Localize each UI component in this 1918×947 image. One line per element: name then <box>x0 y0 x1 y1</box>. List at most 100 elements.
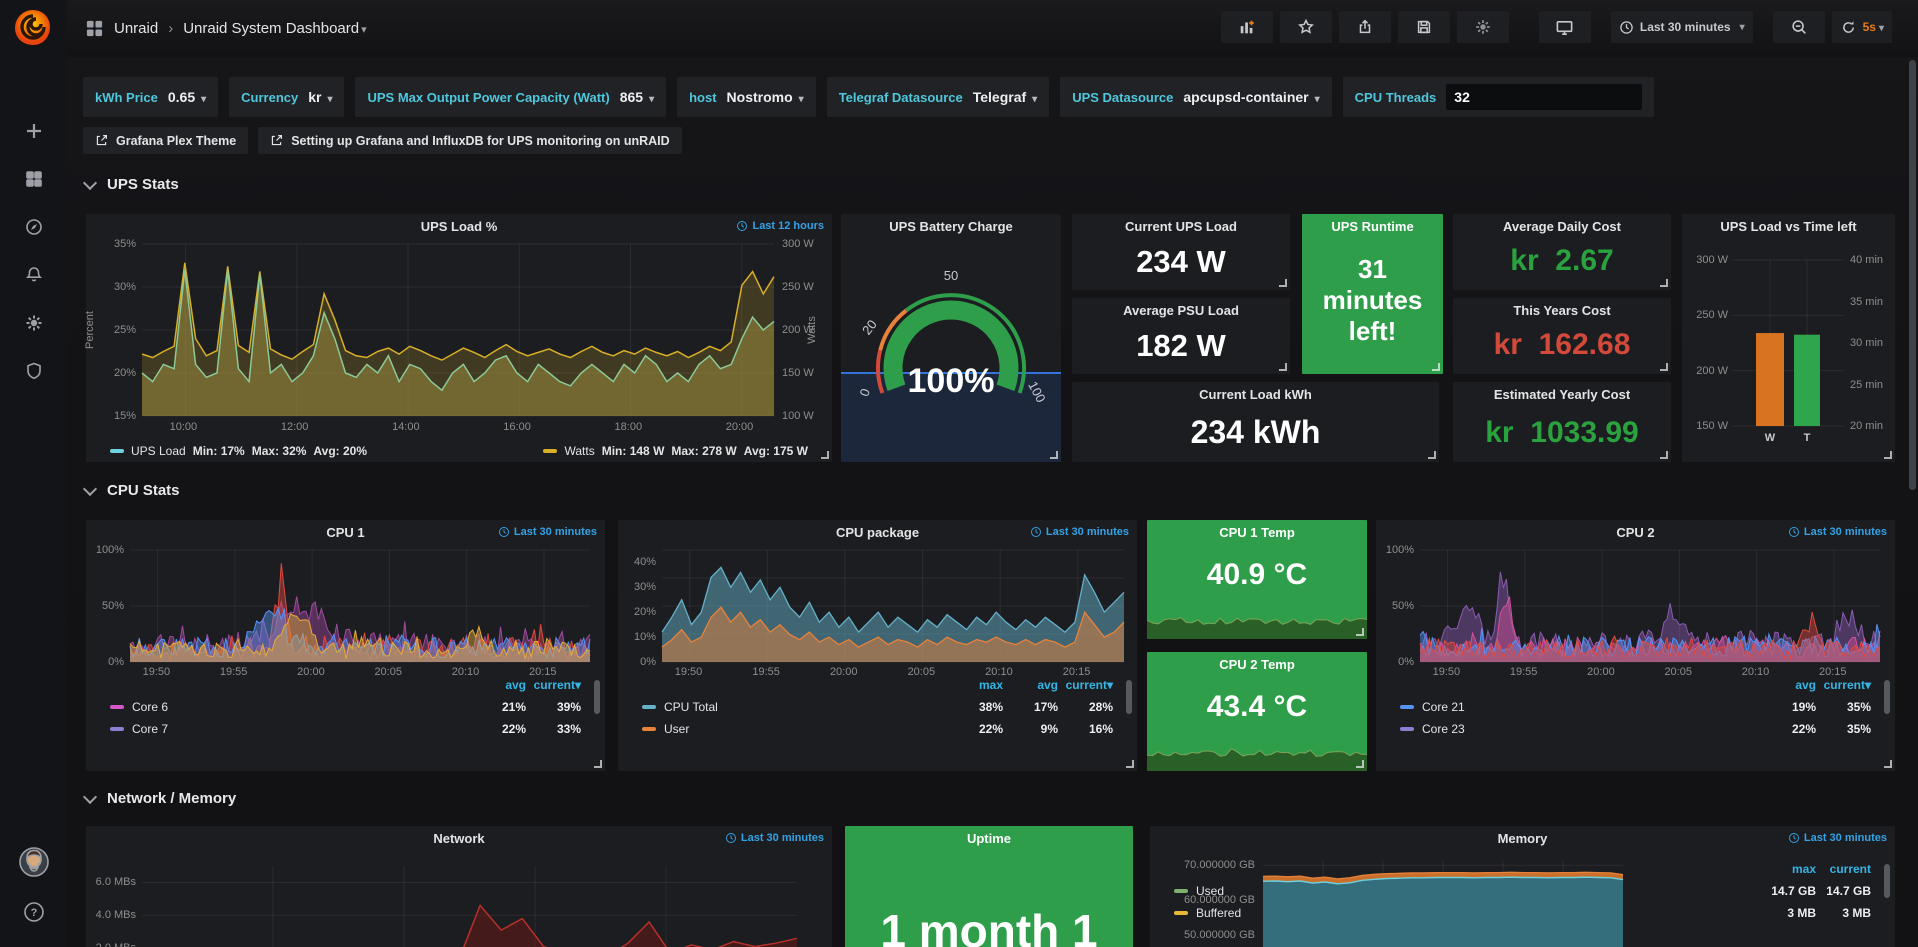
page-scrollbar[interactable] <box>1909 60 1916 490</box>
x-axis-tick: 19:55 <box>220 666 248 678</box>
legend-scrollbar[interactable] <box>594 680 600 714</box>
panel-time-override[interactable]: Last 30 minutes <box>725 832 824 844</box>
panel-title[interactable]: This Years Cost <box>1453 303 1671 318</box>
template-variables: kWh Price 0.65 Currency kr UPS Max Outpu… <box>83 77 1654 117</box>
legend-series-core-23[interactable]: Core 23 <box>1400 722 1465 736</box>
user-avatar[interactable] <box>0 843 67 881</box>
add-panel-button[interactable] <box>1221 11 1273 43</box>
cpu-package-chart[interactable]: 0%10%20%30%40%19:5019:5520:0020:0520:102… <box>618 520 1137 771</box>
legend-series-core-21[interactable]: Core 21 <box>1400 700 1465 714</box>
legend-scrollbar[interactable] <box>1884 864 1890 898</box>
variable-value-dropdown[interactable]: Telegraf <box>973 89 1037 105</box>
zoom-out-button[interactable] <box>1773 11 1825 43</box>
link-label: Grafana Plex Theme <box>116 134 236 148</box>
stat-value: kr 2.67 <box>1453 244 1671 278</box>
legend-header-max[interactable]: max <box>943 678 1003 692</box>
legend-swatch <box>543 449 557 453</box>
variable-value-dropdown[interactable]: 0.65 <box>168 89 206 105</box>
alerting-bell-icon[interactable] <box>0 256 67 294</box>
panel-title[interactable]: UPS Load % <box>86 219 832 234</box>
panel-title[interactable]: Uptime <box>845 831 1133 846</box>
panel-title[interactable]: UPS Runtime <box>1302 219 1443 234</box>
clock-icon <box>1030 526 1042 538</box>
cpu2-chart[interactable]: 0%50%100%19:5019:5520:0020:0520:1020:15c… <box>1376 520 1895 771</box>
link-grafana-plex-theme[interactable]: Grafana Plex Theme <box>83 127 248 154</box>
share-button[interactable] <box>1339 11 1391 43</box>
legend-value: 3 MB <box>1811 906 1871 920</box>
legend-text: Max: 278 W <box>671 444 736 458</box>
legend-header-max[interactable]: max <box>1756 862 1816 876</box>
y-axis-tick-left: 300 W <box>1684 254 1728 266</box>
x-axis-tick: 19:50 <box>675 666 703 678</box>
time-range-picker[interactable]: Last 30 minutes <box>1611 11 1753 43</box>
legend-value: 19% <box>1756 700 1816 714</box>
cpu-threads-input[interactable] <box>1446 84 1642 110</box>
legend-series-buffered[interactable]: Buffered <box>1174 906 1241 920</box>
panel-title[interactable]: CPU 1 Temp <box>1147 525 1367 540</box>
legend-value: 35% <box>1811 722 1871 736</box>
configuration-gear-icon[interactable] <box>0 304 67 342</box>
variable-value-dropdown[interactable]: 865 <box>620 89 654 105</box>
legend-scrollbar[interactable] <box>1884 680 1890 714</box>
help-icon[interactable]: ? <box>0 893 67 931</box>
panel-time-override[interactable]: Last 30 minutes <box>1030 526 1129 538</box>
legend-text: Min: 17% <box>193 444 245 458</box>
star-button[interactable] <box>1280 11 1332 43</box>
refresh-interval-label[interactable]: 5s <box>1863 20 1884 34</box>
legend-series-core-6[interactable]: Core 6 <box>110 700 168 714</box>
panel-time-override[interactable]: Last 30 minutes <box>498 526 597 538</box>
legend-header-current[interactable]: current <box>1811 862 1871 876</box>
link-ups-monitoring-guide[interactable]: Setting up Grafana and InfluxDB for UPS … <box>258 127 681 154</box>
legend-header-current[interactable]: current▾ <box>1811 678 1871 692</box>
panel-title[interactable]: UPS Load vs Time left <box>1682 219 1895 234</box>
legend-header-avg[interactable]: avg <box>1756 678 1816 692</box>
panel-title[interactable]: Estimated Yearly Cost <box>1453 387 1671 402</box>
legend-item-ups-load[interactable]: UPS LoadMin: 17%Max: 32%Avg: 20% <box>110 444 367 458</box>
save-button[interactable] <box>1398 11 1450 43</box>
panel-time-override[interactable]: Last 30 minutes <box>1788 526 1887 538</box>
settings-gear-icon[interactable] <box>1457 11 1509 43</box>
panel-title[interactable]: CPU 2 Temp <box>1147 657 1367 672</box>
create-icon[interactable] <box>0 112 67 150</box>
explore-icon[interactable] <box>0 208 67 246</box>
panel-time-override[interactable]: Last 12 hours <box>736 220 824 232</box>
legend-item-watts[interactable]: WattsMin: 148 WMax: 278 WAvg: 175 W <box>543 444 808 458</box>
legend-series-used[interactable]: Used <box>1174 884 1224 898</box>
legend-header-avg[interactable]: avg <box>466 678 526 692</box>
panel-title[interactable]: Average PSU Load <box>1072 303 1290 318</box>
panel-title[interactable]: Network <box>86 831 832 846</box>
ups-load-chart[interactable]: 15%20%25%30%35%100 W150 W200 W250 W300 W… <box>86 214 832 462</box>
section-network-memory[interactable]: Network / Memory <box>85 790 236 807</box>
panel-time-override[interactable]: Last 30 minutes <box>1788 832 1887 844</box>
panel-title[interactable]: UPS Battery Charge <box>841 219 1061 234</box>
legend-scrollbar[interactable] <box>1126 680 1132 714</box>
legend-header-current[interactable]: current▾ <box>521 678 581 692</box>
section-ups-stats[interactable]: UPS Stats <box>85 176 179 193</box>
svg-text:50: 50 <box>944 268 958 283</box>
tv-mode-button[interactable] <box>1539 11 1591 43</box>
x-axis-tick: 19:50 <box>1433 666 1461 678</box>
section-cpu-stats[interactable]: CPU Stats <box>85 482 180 499</box>
legend-header-current[interactable]: current▾ <box>1053 678 1113 692</box>
y-axis-tick-right: 30 min <box>1850 337 1883 349</box>
panel-title[interactable]: Current UPS Load <box>1072 219 1290 234</box>
variable-value-dropdown[interactable]: kr <box>308 89 332 105</box>
dashboard-title[interactable]: Unraid System Dashboard <box>183 20 366 37</box>
panel-title[interactable]: Memory <box>1150 831 1895 846</box>
grafana-logo-icon[interactable] <box>10 6 56 52</box>
variable-value-dropdown[interactable]: Nostromo <box>727 89 804 105</box>
legend-series-user[interactable]: User <box>642 722 689 736</box>
breadcrumb-folder[interactable]: Unraid <box>114 20 158 37</box>
dashboard-grid-icon[interactable] <box>85 19 104 38</box>
panel-title[interactable]: Current Load kWh <box>1072 387 1439 402</box>
panel-title[interactable]: Average Daily Cost <box>1453 219 1671 234</box>
dashboards-icon[interactable] <box>0 160 67 198</box>
server-admin-shield-icon[interactable] <box>0 352 67 390</box>
refresh-button[interactable]: 5s <box>1832 11 1892 43</box>
legend-series-cpu-total[interactable]: CPU Total <box>642 700 718 714</box>
legend-series-core-7[interactable]: Core 7 <box>110 722 168 736</box>
cpu1-chart[interactable]: 0%50%100%19:5019:5520:0020:0520:1020:15c… <box>86 520 605 771</box>
legend-header-avg[interactable]: avg <box>998 678 1058 692</box>
variable-value-dropdown[interactable]: apcupsd-container <box>1183 89 1319 105</box>
y-axis-tick: 20% <box>614 606 656 618</box>
